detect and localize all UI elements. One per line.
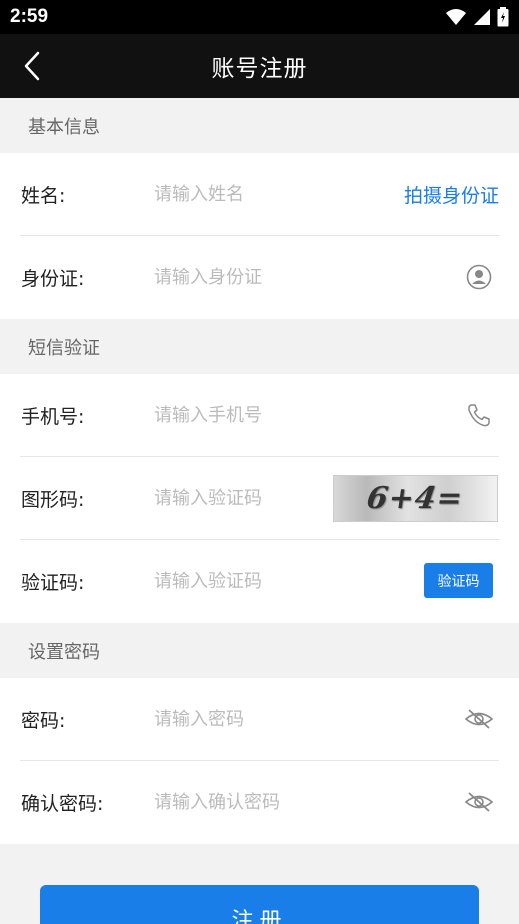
section-header-basic: 基本信息: [0, 98, 519, 153]
name-input[interactable]: [154, 174, 354, 214]
sms-code-label: 验证码:: [21, 572, 85, 594]
nav-bar: 账号注册: [0, 34, 519, 98]
back-arrow-icon: [24, 51, 40, 81]
phone-icon: [468, 404, 490, 427]
id-card-icon-button[interactable]: [465, 263, 493, 291]
captcha-text: 6+4=: [365, 481, 466, 516]
wifi-icon: [446, 9, 466, 25]
password-input[interactable]: [154, 699, 354, 739]
phone-icon-button[interactable]: [465, 401, 493, 429]
name-row: 姓名: 拍摄身份证: [0, 153, 519, 236]
signal-icon: [474, 9, 490, 25]
confirm-password-input[interactable]: [154, 782, 354, 822]
id-card-label: 身份证:: [21, 268, 85, 290]
confirm-password-row: 确认密码:: [0, 761, 519, 844]
confirm-password-label: 确认密码:: [21, 793, 104, 815]
section-header-password: 设置密码: [0, 623, 519, 678]
id-card-row: 身份证:: [0, 236, 519, 319]
id-card-icon: [466, 264, 492, 290]
phone-label: 手机号:: [21, 406, 85, 428]
section-header-sms: 短信验证: [0, 319, 519, 374]
status-time: 2:59: [10, 6, 49, 27]
eye-hidden-icon: [464, 792, 494, 812]
status-icons: [445, 7, 509, 27]
graphic-code-input[interactable]: [154, 478, 324, 518]
graphic-code-label: 图形码:: [21, 489, 85, 511]
phone-input[interactable]: [154, 395, 354, 435]
eye-hidden-icon: [464, 709, 494, 729]
status-bar: 2:59: [0, 0, 519, 34]
register-button[interactable]: 注册: [40, 885, 479, 924]
sms-code-row: 验证码: 验证码: [0, 540, 519, 623]
confirm-password-visibility-toggle[interactable]: [463, 788, 495, 816]
get-code-button[interactable]: 验证码: [424, 563, 493, 598]
page-title: 账号注册: [211, 56, 308, 82]
name-label: 姓名:: [21, 185, 66, 207]
graphic-code-row: 图形码: 6+4=: [0, 457, 519, 540]
password-label: 密码:: [21, 710, 66, 732]
phone-row: 手机号:: [0, 374, 519, 457]
sms-code-input[interactable]: [154, 561, 354, 601]
id-card-input[interactable]: [154, 257, 354, 297]
password-row: 密码:: [0, 678, 519, 761]
password-visibility-toggle[interactable]: [463, 705, 495, 733]
captcha-image[interactable]: 6+4=: [333, 475, 498, 522]
scan-id-card-button[interactable]: 拍摄身份证: [404, 153, 499, 236]
battery-icon: [497, 7, 509, 27]
back-button[interactable]: [14, 48, 50, 84]
